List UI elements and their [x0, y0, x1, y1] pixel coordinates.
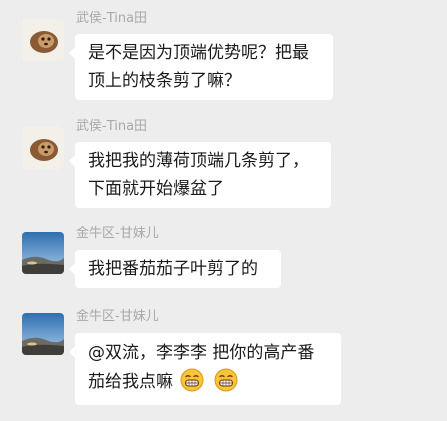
sender-name: 武侯-Tina田 [76, 119, 148, 134]
landscape-avatar[interactable] [22, 313, 64, 355]
lion-avatar[interactable] [22, 19, 64, 61]
message-text: 茄给我点嘛 [88, 372, 173, 392]
grin-emoji-icon [180, 368, 204, 392]
message-text-with-emoji: 茄给我点嘛 [88, 367, 328, 397]
lion-avatar[interactable] [22, 127, 64, 169]
message-bubble[interactable]: 是不是因为顶端优势呢？把最 顶上的枝条剪了嘛？ [69, 34, 333, 100]
message-text: @双流，李李李 把你的高产番 [88, 343, 315, 363]
message-text: 顶上的枝条剪了嘛？ [88, 71, 241, 91]
message-text: 我把我的薄荷顶端几条剪了， [88, 151, 309, 171]
sender-name: 金牛区-甘妹儿 [76, 309, 159, 324]
sender-name: 武侯-Tina田 [76, 11, 148, 26]
message-text: 我把番茄茄子叶剪了的 [88, 259, 258, 279]
message-bubble[interactable]: 我把番茄茄子叶剪了的 [69, 250, 281, 288]
message-text: 下面就开始爆盆了 [88, 179, 224, 199]
message-bubble[interactable]: @双流，李李李 把你的高产番 茄给我点嘛 [69, 333, 341, 405]
message-bubble[interactable]: 我把我的薄荷顶端几条剪了， 下面就开始爆盆了 [69, 142, 331, 208]
sender-name: 金牛区-甘妹儿 [76, 226, 159, 241]
message-text: 是不是因为顶端优势呢？把最 [88, 43, 309, 63]
grin-emoji-icon [214, 368, 238, 392]
landscape-avatar[interactable] [22, 232, 64, 274]
